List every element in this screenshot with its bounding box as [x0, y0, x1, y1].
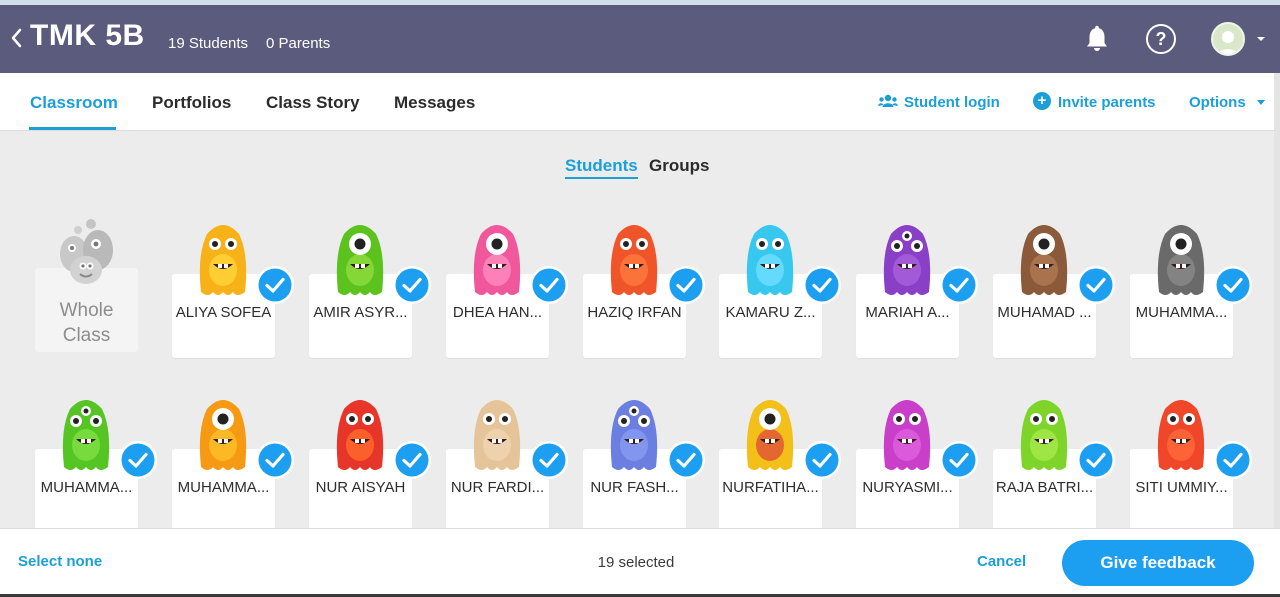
plus-circle-icon: +	[1033, 92, 1051, 110]
monster-avatar-icon	[199, 400, 247, 470]
chevron-down-icon[interactable]	[1256, 99, 1266, 106]
avatar-silhouette-icon	[1217, 31, 1239, 54]
student-name: MUHAMMA...	[177, 479, 270, 496]
student-login-link[interactable]: Student login	[904, 94, 1000, 111]
help-icon[interactable]: ?	[1146, 24, 1176, 54]
student-name: NUR FASH...	[590, 479, 679, 496]
monster-avatar-icon	[1020, 225, 1068, 295]
selected-check-icon[interactable]	[1213, 265, 1253, 305]
selected-check-icon[interactable]	[392, 265, 432, 305]
toggle-students[interactable]: Students	[565, 156, 638, 179]
selected-check-icon[interactable]	[1213, 440, 1253, 480]
student-name: NURFATIHA...	[722, 479, 819, 496]
tab-classroom[interactable]: Classroom	[30, 93, 118, 113]
monster-avatar-icon	[1157, 400, 1205, 470]
selected-check-icon[interactable]	[1076, 440, 1116, 480]
selected-check-icon[interactable]	[939, 265, 979, 305]
student-name: NUR FARDI...	[450, 479, 545, 496]
toggle-groups[interactable]: Groups	[649, 156, 709, 176]
monster-avatar-icon	[746, 400, 794, 470]
student-name: DHEA HAN...	[452, 304, 543, 321]
selected-check-icon[interactable]	[392, 440, 432, 480]
invite-parents-link[interactable]: Invite parents	[1058, 94, 1156, 111]
monster-avatar-icon	[1020, 400, 1068, 470]
monster-avatar-icon	[883, 225, 931, 295]
bell-icon[interactable]	[1084, 25, 1110, 53]
selected-check-icon[interactable]	[529, 440, 569, 480]
monster-avatar-icon	[883, 400, 931, 470]
selection-footer: Select none 19 selected Cancel Give feed…	[0, 528, 1280, 597]
student-name: MUHAMMA...	[40, 479, 133, 496]
student-name: MUHAMMA...	[1135, 304, 1228, 321]
selected-check-icon[interactable]	[802, 440, 842, 480]
selected-check-icon[interactable]	[529, 265, 569, 305]
monster-avatar-icon	[473, 225, 521, 295]
cancel-button[interactable]: Cancel	[977, 553, 1026, 570]
monster-avatar-icon	[336, 225, 384, 295]
monster-avatar-icon	[746, 225, 794, 295]
selected-check-icon[interactable]	[1076, 265, 1116, 305]
student-name: SITI UMMIY...	[1135, 479, 1228, 496]
students-count: 19 Students	[168, 35, 249, 52]
back-chevron-icon[interactable]	[8, 23, 24, 53]
selected-check-icon[interactable]	[666, 440, 706, 480]
tab-portfolios[interactable]: Portfolios	[152, 93, 231, 113]
class-header: TMK 5B 19 Students 0 Parents ?	[0, 5, 1280, 73]
monster-avatar-icon	[610, 400, 658, 470]
options-menu[interactable]: Options	[1189, 94, 1246, 111]
monster-avatar-icon	[473, 400, 521, 470]
student-name: MARIAH A...	[865, 304, 950, 321]
student-name: NUR AISYAH	[315, 479, 406, 496]
monster-avatar-icon	[1157, 225, 1205, 295]
parents-count: 0 Parents	[266, 35, 331, 52]
student-name: ALIYA SOFEA	[175, 304, 272, 321]
selected-check-icon[interactable]	[255, 265, 295, 305]
class-title[interactable]: TMK 5B	[30, 19, 145, 53]
give-feedback-button[interactable]: Give feedback	[1062, 540, 1254, 586]
whole-class-line1: Whole	[59, 300, 114, 321]
monster-avatar-icon	[62, 400, 110, 470]
student-name: HAZIQ IRFAN	[587, 304, 682, 321]
selected-check-icon[interactable]	[939, 440, 979, 480]
student-name: AMIR ASYR...	[313, 304, 408, 321]
whole-class-label: Whole Class	[35, 298, 138, 348]
avatar[interactable]	[1211, 22, 1245, 56]
selected-check-icon[interactable]	[255, 440, 295, 480]
tab-class-story[interactable]: Class Story	[266, 93, 360, 113]
student-name: NURYASMI...	[862, 479, 953, 496]
tab-messages[interactable]: Messages	[394, 93, 475, 113]
selected-check-icon[interactable]	[802, 265, 842, 305]
chevron-down-icon[interactable]	[1256, 35, 1266, 43]
students-icon	[878, 94, 898, 107]
monster-avatar-icon	[199, 225, 247, 295]
whole-class-monsters-icon	[60, 219, 113, 284]
whole-class-line2: Class	[62, 325, 111, 346]
selected-check-icon[interactable]	[666, 265, 706, 305]
student-name: RAJA BATRI...	[995, 479, 1094, 496]
nav-bar: Classroom Portfolios Class Story Message…	[0, 73, 1274, 131]
scrollbar[interactable]	[1274, 73, 1280, 528]
monster-avatar-icon	[610, 225, 658, 295]
monster-avatar-icon	[336, 400, 384, 470]
student-name: MUHAMAD ...	[997, 304, 1092, 321]
active-tab-indicator	[29, 127, 116, 130]
student-name: KAMARU Z...	[725, 304, 816, 321]
selected-check-icon[interactable]	[118, 440, 158, 480]
